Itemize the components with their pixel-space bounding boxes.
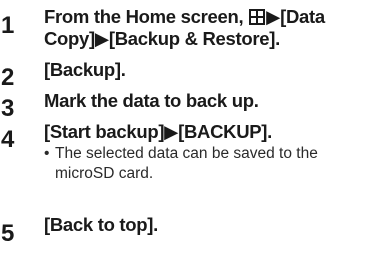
step-body: [Backup].: [44, 59, 369, 81]
step-text-line: Mark the data to back up.: [44, 90, 259, 111]
step-body: [Back to top].: [44, 214, 369, 236]
step-text-line: [Backup].: [44, 59, 126, 80]
note-text-line: microSD card.: [55, 165, 154, 182]
step-text-line: [Back to top].: [44, 214, 158, 235]
step-text-line: [Start backup]▶[BACKUP].: [44, 121, 273, 142]
step-text-fragment: ▶[Data: [266, 6, 325, 27]
step-number: 1: [1, 12, 15, 39]
note-text-line: The selected data can be saved to the: [55, 145, 318, 162]
step-text-line: From the Home screen, ▶[Data: [44, 6, 369, 28]
step-text-fragment: From the Home screen,: [44, 6, 249, 27]
step-text-line: Copy]▶[Backup & Restore].: [44, 28, 280, 49]
step-body: From the Home screen, ▶[Data Copy]▶[Back…: [44, 6, 369, 50]
step-number: 3: [1, 95, 15, 122]
step-note: • The selected data can be saved to the …: [44, 144, 369, 184]
step-number: 4: [1, 126, 15, 153]
bullet: •: [44, 145, 50, 162]
apps-menu-icon: [249, 8, 266, 25]
step-number: 5: [1, 220, 15, 247]
step-number: 2: [1, 64, 15, 91]
step-body: Mark the data to back up.: [44, 90, 369, 112]
step-body: [Start backup]▶[BACKUP]. • The selected …: [44, 121, 369, 184]
